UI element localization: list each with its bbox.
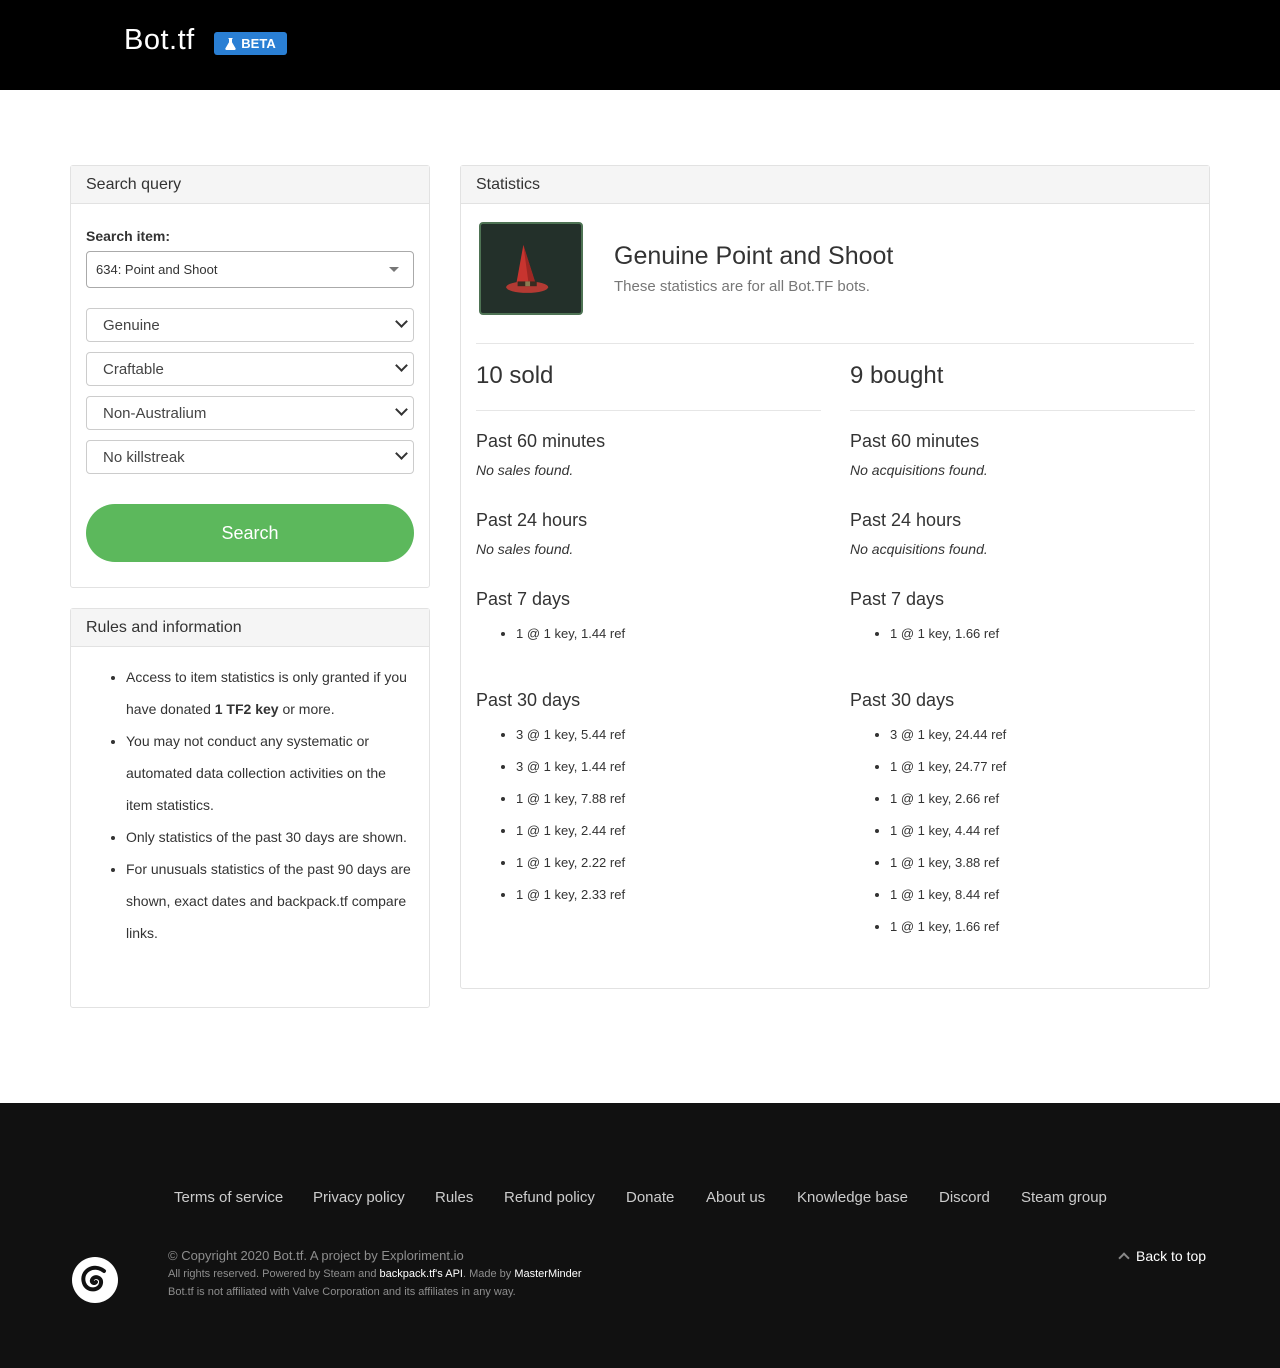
- list-item: 1 @ 1 key, 8.44 ref: [890, 879, 1006, 911]
- list-item: 1 @ 1 key, 1.66 ref: [890, 618, 999, 650]
- killstreak-value: No killstreak: [103, 448, 185, 466]
- sold-past-24-title: Past 24 hours: [476, 510, 588, 530]
- craftable-value: Craftable: [103, 360, 164, 378]
- list-item: 1 @ 1 key, 24.77 ref: [890, 751, 1006, 783]
- search-button[interactable]: Search: [86, 504, 414, 562]
- killstreak-select[interactable]: No killstreak: [86, 440, 414, 474]
- bought-past-24-title: Past 24 hours: [850, 510, 962, 530]
- search-item-label: Search item:: [86, 228, 171, 244]
- footer-link-privacy[interactable]: Privacy policy: [313, 1189, 405, 1206]
- list-item: 3 @ 1 key, 24.44 ref: [890, 719, 1006, 751]
- wizard-hat-icon: [506, 245, 549, 293]
- sold-past-7-title: Past 7 days: [476, 589, 571, 609]
- sold-past-30-title: Past 30 days: [476, 690, 581, 710]
- back-to-top-label: Back to top: [1136, 1248, 1207, 1264]
- chevron-down-icon: [395, 403, 408, 416]
- powered-by-text: All rights reserved. Powered by Steam an…: [168, 1268, 582, 1280]
- search-item-value: 634: Point and Shoot: [96, 262, 218, 277]
- disclaimer-text: Bot.tf is not affiliated with Valve Corp…: [168, 1286, 516, 1298]
- australium-select[interactable]: Non-Australium: [86, 396, 414, 430]
- footer-link-rules[interactable]: Rules: [435, 1189, 473, 1206]
- copyright-text: © Copyright 2020 Bot.tf. A project by Ex…: [168, 1248, 464, 1263]
- chevron-down-icon: [395, 359, 408, 372]
- rules-panel-title: Rules and information: [71, 609, 429, 647]
- footer-link-knowledge-base[interactable]: Knowledge base: [797, 1189, 908, 1206]
- rule-bold-text: 1 TF2 key: [214, 701, 279, 717]
- statistics-panel: Statistics Genuine Point and Shoot These…: [460, 165, 1210, 989]
- sold-past-7-list: 1 @ 1 key, 1.44 ref: [516, 618, 625, 650]
- list-item: 1 @ 1 key, 2.44 ref: [516, 815, 625, 847]
- list-item: 3 @ 1 key, 5.44 ref: [516, 719, 625, 751]
- sold-past-60-title: Past 60 minutes: [476, 431, 606, 451]
- masterminder-link[interactable]: MasterMinder: [514, 1268, 581, 1280]
- footer-link-donate[interactable]: Donate: [626, 1189, 674, 1206]
- sold-past-60-note: No sales found.: [476, 462, 574, 478]
- list-item: 1 @ 1 key, 7.88 ref: [516, 783, 625, 815]
- statistics-panel-title: Statistics: [461, 166, 1209, 204]
- sold-title: 10 sold: [476, 362, 554, 389]
- brand-logo[interactable]: Bot.tf: [124, 24, 195, 57]
- bought-column: 9 bought Past 60 minutes No acquisitions…: [850, 362, 1195, 934]
- beta-label: BETA: [241, 36, 276, 51]
- rule-item: Only statistics of the past 30 days are …: [126, 821, 416, 853]
- list-item: 1 @ 1 key, 2.33 ref: [516, 879, 625, 911]
- rule-item: You may not conduct any systematic or au…: [126, 725, 416, 821]
- bought-past-60-title: Past 60 minutes: [850, 431, 980, 451]
- quality-select[interactable]: Genuine: [86, 308, 414, 342]
- backpack-api-link[interactable]: backpack.tf's API: [380, 1268, 463, 1280]
- search-item-select[interactable]: 634: Point and Shoot: [86, 251, 414, 288]
- bought-past-30-title: Past 30 days: [850, 690, 955, 710]
- bought-past-30-list: 3 @ 1 key, 24.44 ref 1 @ 1 key, 24.77 re…: [890, 719, 1006, 943]
- beta-badge: BETA: [214, 32, 287, 55]
- footer-link-terms[interactable]: Terms of service: [174, 1189, 283, 1206]
- flask-icon: [225, 37, 236, 50]
- list-item: 1 @ 1 key, 2.66 ref: [890, 783, 1006, 815]
- divider: [476, 410, 821, 411]
- chevron-down-icon: [395, 315, 408, 328]
- rule-item: Access to item statistics is only grante…: [126, 661, 416, 725]
- bought-title: 9 bought: [850, 362, 944, 389]
- chevron-up-icon: [1118, 1252, 1130, 1264]
- caret-down-icon: [389, 267, 399, 272]
- search-panel-title: Search query: [71, 166, 429, 204]
- list-item: 1 @ 1 key, 1.66 ref: [890, 911, 1006, 943]
- item-thumbnail: [479, 222, 583, 315]
- rule-item: For unusuals statistics of the past 90 d…: [126, 853, 416, 949]
- list-item: 1 @ 1 key, 3.88 ref: [890, 847, 1006, 879]
- list-item: 1 @ 1 key, 2.22 ref: [516, 847, 625, 879]
- list-item: 1 @ 1 key, 1.44 ref: [516, 618, 625, 650]
- footer-link-refund[interactable]: Refund policy: [504, 1189, 595, 1206]
- item-name: Genuine Point and Shoot: [614, 242, 894, 270]
- top-navbar: Bot.tf BETA: [0, 0, 1280, 90]
- footer-link-discord[interactable]: Discord: [939, 1189, 990, 1206]
- footer: Terms of service Privacy policy Rules Re…: [0, 1103, 1280, 1368]
- footer-link-steam-group[interactable]: Steam group: [1021, 1189, 1107, 1206]
- bought-past-24-note: No acquisitions found.: [850, 541, 988, 557]
- list-item: 1 @ 1 key, 4.44 ref: [890, 815, 1006, 847]
- exploriment-logo-icon: [72, 1257, 118, 1303]
- rules-list: Access to item statistics is only grante…: [126, 661, 416, 949]
- sold-past-30-list: 3 @ 1 key, 5.44 ref 3 @ 1 key, 1.44 ref …: [516, 719, 625, 911]
- footer-link-about[interactable]: About us: [706, 1189, 765, 1206]
- chevron-down-icon: [395, 447, 408, 460]
- bought-past-7-list: 1 @ 1 key, 1.66 ref: [890, 618, 999, 650]
- item-subtitle: These statistics are for all Bot.TF bots…: [614, 278, 870, 295]
- sold-past-24-note: No sales found.: [476, 541, 574, 557]
- back-to-top-link[interactable]: Back to top: [1118, 1248, 1207, 1264]
- craftable-select[interactable]: Craftable: [86, 352, 414, 386]
- sold-column: 10 sold Past 60 minutes No sales found. …: [476, 362, 821, 902]
- list-item: 3 @ 1 key, 1.44 ref: [516, 751, 625, 783]
- divider: [850, 410, 1195, 411]
- search-query-panel: Search query Search item: 634: Point and…: [70, 165, 430, 588]
- divider: [476, 343, 1194, 344]
- australium-value: Non-Australium: [103, 404, 207, 422]
- bought-past-7-title: Past 7 days: [850, 589, 945, 609]
- rules-panel: Rules and information Access to item sta…: [70, 608, 430, 1008]
- quality-value: Genuine: [103, 316, 160, 334]
- bought-past-60-note: No acquisitions found.: [850, 462, 988, 478]
